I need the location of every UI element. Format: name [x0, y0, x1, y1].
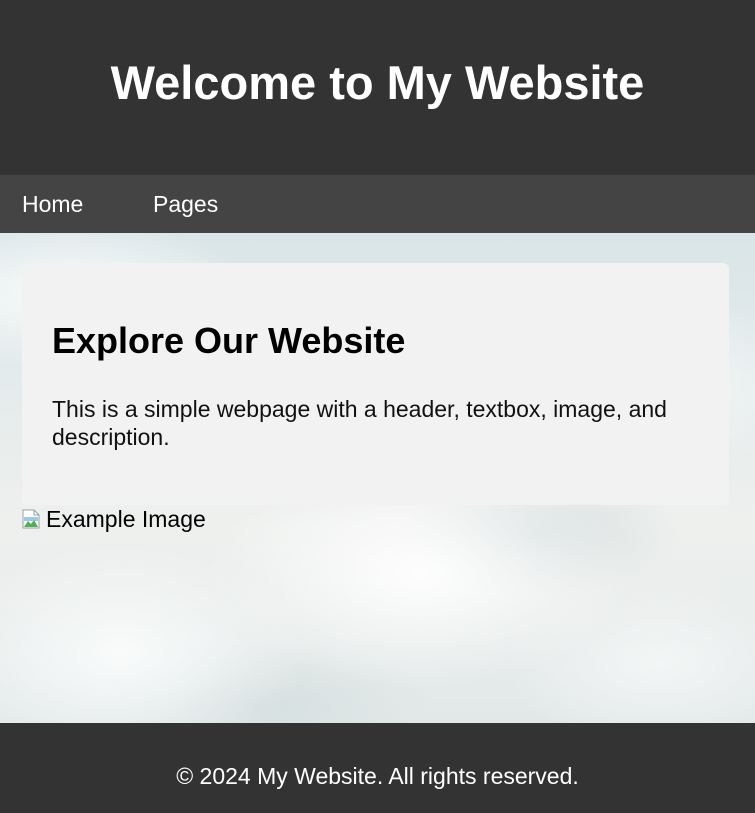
content-card: Explore Our Website This is a simple web…	[22, 263, 729, 505]
nav-link-pages[interactable]: Pages	[153, 175, 218, 233]
card-heading: Explore Our Website	[52, 320, 406, 361]
card-description: This is a simple webpage with a header, …	[52, 395, 667, 450]
image-alt-text: Example Image	[46, 506, 206, 532]
main-nav: Home Pages	[0, 175, 755, 233]
example-image: Example Image	[22, 506, 206, 532]
nav-link-home[interactable]: Home	[22, 175, 83, 233]
broken-image-icon	[22, 509, 40, 529]
page-title: Welcome to My Website	[110, 56, 645, 109]
site-header: Welcome to My Website	[0, 0, 755, 175]
site-footer: © 2024 My Website. All rights reserved.	[0, 723, 755, 813]
hero-section: Explore Our Website This is a simple web…	[0, 233, 755, 723]
footer-copyright: © 2024 My Website. All rights reserved.	[176, 762, 579, 789]
